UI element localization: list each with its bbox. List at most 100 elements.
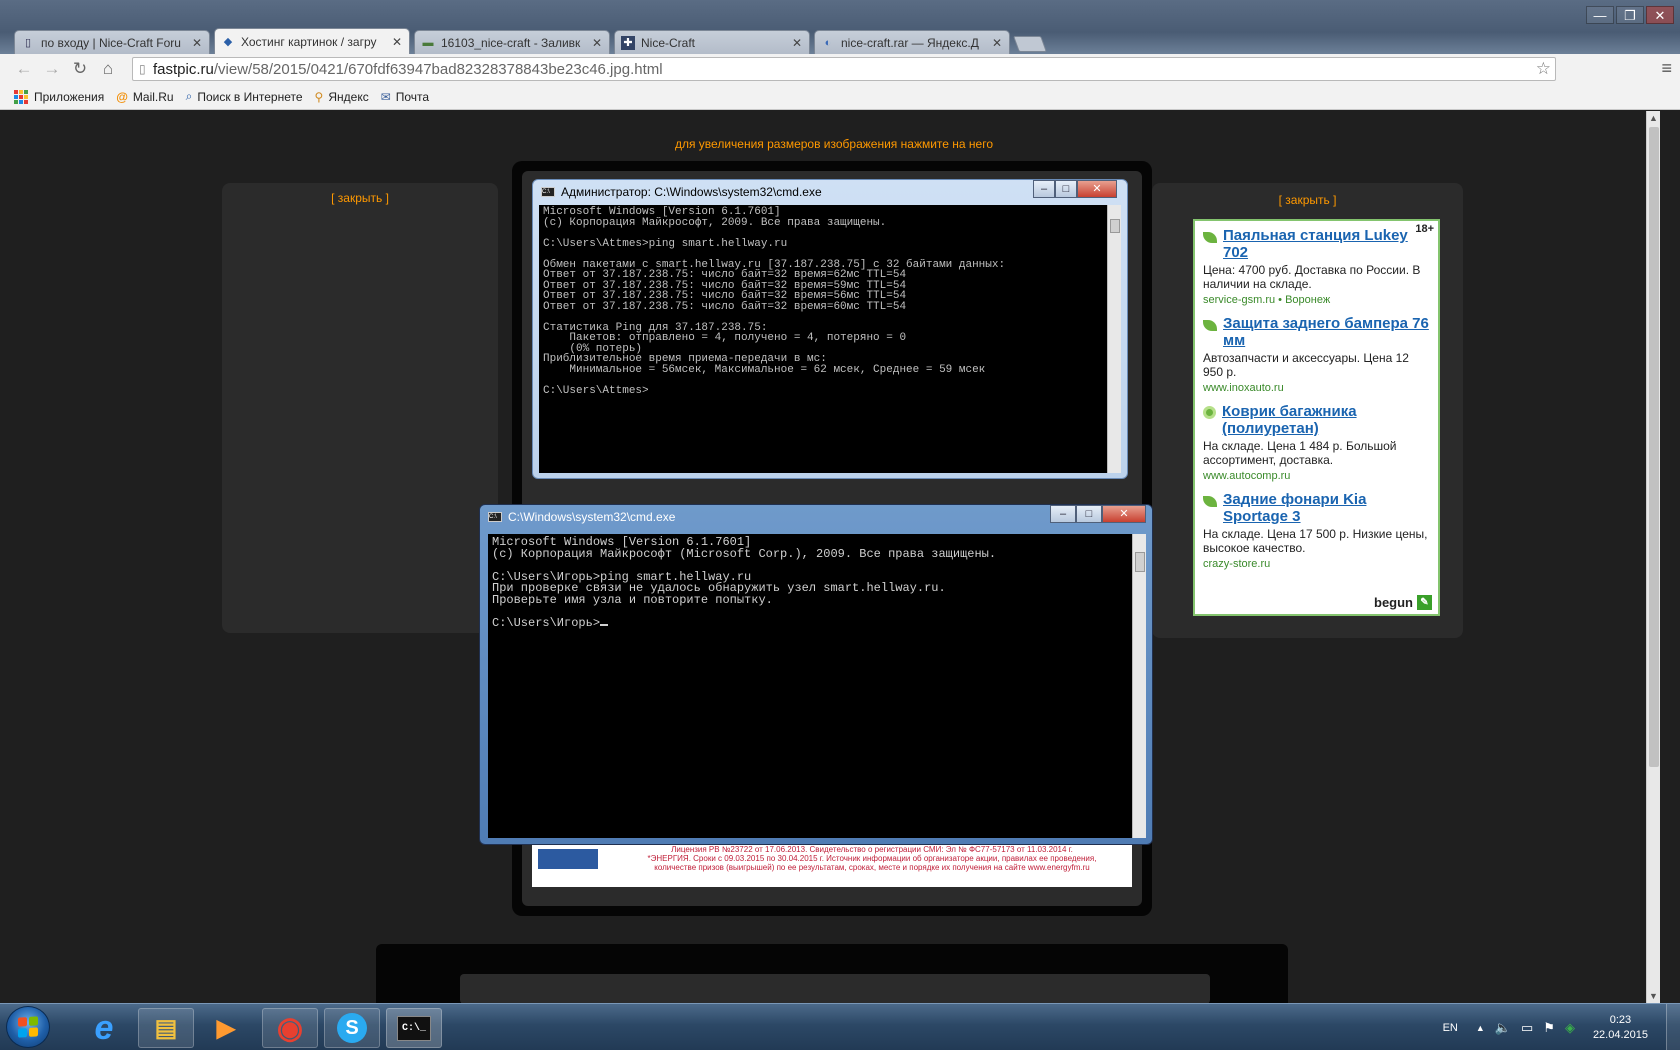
cmd-scroll-thumb bbox=[1110, 219, 1120, 233]
ad-item[interactable]: Паяльная станция Lukey 702 Цена: 4700 ру… bbox=[1203, 227, 1430, 306]
cmd-icon: C:\ bbox=[541, 187, 555, 197]
scroll-down-icon[interactable]: ▼ bbox=[1649, 991, 1658, 1001]
tab-fastpic[interactable]: ◆ Хостинг картинок / загру ✕ bbox=[214, 28, 410, 54]
ad-title-link[interactable]: Паяльная станция Lukey 702 bbox=[1223, 227, 1430, 261]
cmd-console[interactable]: Microsoft Windows [Version 6.1.7601] (c)… bbox=[488, 534, 1132, 838]
show-desktop-button[interactable] bbox=[1666, 1004, 1680, 1050]
page-scroll-thumb[interactable] bbox=[1649, 127, 1659, 767]
tab-label: 16103_nice-craft - Заливк bbox=[441, 35, 581, 50]
search-icon: ⌕ bbox=[185, 89, 193, 103]
tab-close-icon[interactable]: ✕ bbox=[991, 36, 1003, 50]
chrome-window: — ❐ ✕ ▯ по входу | Nice-Craft Foru ✕ ◆ Х… bbox=[0, 0, 1680, 1003]
ad-title-link[interactable]: Коврик багажника (полиуретан) bbox=[1222, 403, 1430, 437]
cmd-maximize-button[interactable]: □ bbox=[1076, 505, 1102, 523]
title-bar: — ❐ ✕ ▯ по входу | Nice-Craft Foru ✕ ◆ Х… bbox=[0, 0, 1680, 54]
taskbar-file-explorer[interactable]: ▤ bbox=[138, 1008, 194, 1048]
begun-ad-block: 18+ Паяльная станция Lukey 702 Цена: 470… bbox=[1193, 219, 1440, 616]
cmd-cursor bbox=[600, 623, 609, 626]
circle-icon bbox=[1203, 406, 1216, 419]
address-bar[interactable]: ▯ fastpic.ru/view/58/2015/0421/670fdf639… bbox=[132, 57, 1556, 81]
taskbar-cmd[interactable]: C:\_ bbox=[386, 1008, 442, 1048]
cmd-window[interactable]: C:\ C:\Windows\system32\cmd.exe – □ ✕ Mi… bbox=[479, 504, 1153, 845]
taskbar-skype[interactable]: S bbox=[324, 1008, 380, 1048]
leaf-icon bbox=[1203, 232, 1217, 243]
ad-url[interactable]: service-gsm.ru • Воронеж bbox=[1203, 294, 1430, 306]
cmd-console-output: Microsoft Windows [Version 6.1.7601] (c)… bbox=[492, 535, 997, 607]
nicecraft-icon: ✚ bbox=[621, 35, 635, 50]
ad-url[interactable]: crazy-store.ru bbox=[1203, 558, 1430, 570]
apps-grid-icon bbox=[14, 89, 28, 104]
minimize-button[interactable]: — bbox=[1586, 6, 1614, 24]
mail-icon: ✉ bbox=[380, 89, 391, 104]
home-icon[interactable]: ⌂ bbox=[94, 57, 122, 81]
ad-description: Цена: 4700 руб. Доставка по России. В на… bbox=[1203, 263, 1421, 291]
fastpic-icon: ◆ bbox=[223, 35, 233, 48]
start-button[interactable] bbox=[6, 1006, 50, 1048]
kaspersky-icon[interactable]: ◈ bbox=[1565, 1020, 1575, 1036]
tab-yandex-disk[interactable]: ◐ nice-craft.rar — Яндекс.Д ✕ bbox=[814, 30, 1010, 54]
ad-title-link[interactable]: Задние фонари Kia Sportage 3 bbox=[1223, 491, 1430, 525]
clock[interactable]: 0:23 22.04.2015 bbox=[1593, 1013, 1648, 1043]
bookmark-label: Mail.Ru bbox=[132, 89, 174, 104]
bookmark-label: Почта bbox=[395, 89, 430, 104]
bookmark-label: Приложения bbox=[34, 89, 105, 104]
ad-item[interactable]: Задние фонари Kia Sportage 3 На складе. … bbox=[1203, 491, 1430, 570]
begun-logo[interactable]: begun ✎ bbox=[1374, 595, 1432, 610]
footer-logo-fragment bbox=[538, 849, 598, 869]
cmd-icon: C:\ bbox=[488, 512, 502, 522]
tab-close-icon[interactable]: ✕ bbox=[191, 36, 203, 50]
bookmark-search[interactable]: ⌕ Поиск в Интернете bbox=[186, 89, 303, 104]
show-hidden-icons[interactable]: ▲ bbox=[1476, 1023, 1485, 1033]
scroll-up-icon[interactable]: ▲ bbox=[1649, 113, 1658, 123]
bookmark-star-icon[interactable]: ☆ bbox=[1536, 59, 1551, 79]
taskbar-media-player[interactable]: ▶ bbox=[198, 1008, 254, 1048]
begun-icon: ✎ bbox=[1417, 595, 1432, 610]
tab-upload[interactable]: ▬ 16103_nice-craft - Заливк ✕ bbox=[414, 30, 610, 54]
taskbar-chrome[interactable]: ◉ bbox=[262, 1008, 318, 1048]
ad-item[interactable]: Коврик багажника (полиуретан) На складе.… bbox=[1203, 403, 1430, 482]
yandex-icon: ⚲ bbox=[314, 89, 324, 104]
forward-icon[interactable]: → bbox=[38, 57, 66, 81]
cmd-close-button[interactable]: ✕ bbox=[1102, 505, 1146, 523]
close-window-button[interactable]: ✕ bbox=[1646, 6, 1674, 24]
cmd-prompt: C:\Users\Игорь> bbox=[492, 615, 601, 630]
network-icon[interactable]: ▭ bbox=[1521, 1020, 1533, 1036]
tab-close-icon[interactable]: ✕ bbox=[591, 36, 603, 50]
close-right-link[interactable]: [ закрыть ] bbox=[1152, 193, 1463, 207]
bookmark-mail[interactable]: ✉ Почта bbox=[381, 90, 429, 104]
page-icon: ▯ bbox=[24, 36, 32, 49]
ad-item[interactable]: Защита заднего бампера 76 мм Автозапчаст… bbox=[1203, 315, 1430, 394]
bookmark-apps[interactable]: Приложения bbox=[14, 89, 105, 104]
ad-url[interactable]: www.inoxauto.ru bbox=[1203, 382, 1430, 394]
page-scrollbar[interactable]: ▲ ▼ bbox=[1646, 111, 1660, 1003]
tab-nicecraft[interactable]: ✚ Nice-Craft ✕ bbox=[614, 30, 810, 54]
reload-icon[interactable]: ↻ bbox=[66, 57, 94, 81]
new-tab-button[interactable] bbox=[1013, 36, 1047, 52]
cmd-title: Администратор: C:\Windows\system32\cmd.e… bbox=[561, 185, 822, 199]
ad-title-link[interactable]: Защита заднего бампера 76 мм bbox=[1223, 315, 1430, 349]
tab-close-icon[interactable]: ✕ bbox=[391, 35, 403, 49]
bookmark-yandex[interactable]: ⚲ Яндекс bbox=[315, 90, 369, 104]
bookmark-mailru[interactable]: @ Mail.Ru bbox=[116, 90, 173, 104]
close-left-link[interactable]: [ закрыть ] bbox=[222, 191, 498, 205]
language-indicator[interactable]: EN bbox=[1443, 1022, 1458, 1034]
tab-strip: ▯ по входу | Nice-Craft Foru ✕ ◆ Хостинг… bbox=[14, 26, 1047, 54]
maximize-button[interactable]: ❐ bbox=[1616, 6, 1644, 24]
tab-nicecraft-forum[interactable]: ▯ по входу | Nice-Craft Foru ✕ bbox=[14, 30, 210, 54]
action-center-flag-icon[interactable]: ⚑ bbox=[1543, 1020, 1555, 1036]
yadisk-icon: ◐ bbox=[824, 36, 832, 49]
ad-url[interactable]: www.autocomp.ru bbox=[1203, 470, 1430, 482]
cmd-scrollbar[interactable] bbox=[1132, 534, 1146, 838]
tab-close-icon[interactable]: ✕ bbox=[791, 36, 803, 50]
cmd-minimize-button[interactable]: – bbox=[1050, 505, 1076, 523]
screenshot-cmd-window[interactable]: C:\ Администратор: C:\Windows\system32\c… bbox=[532, 179, 1128, 479]
enlarge-hint[interactable]: для увеличения размеров изображения нажм… bbox=[8, 137, 1660, 151]
volume-icon[interactable]: 🔈 bbox=[1495, 1020, 1511, 1036]
page-bottom-bar bbox=[460, 974, 1210, 1003]
menu-icon[interactable]: ≡ bbox=[1661, 58, 1672, 79]
taskbar-internet-explorer[interactable]: e bbox=[76, 1008, 132, 1048]
back-icon[interactable]: ← bbox=[10, 57, 38, 81]
clock-date: 22.04.2015 bbox=[1592, 1028, 1648, 1041]
cmd-scroll-thumb[interactable] bbox=[1135, 552, 1145, 572]
page-info-icon[interactable]: ▯ bbox=[139, 62, 153, 76]
